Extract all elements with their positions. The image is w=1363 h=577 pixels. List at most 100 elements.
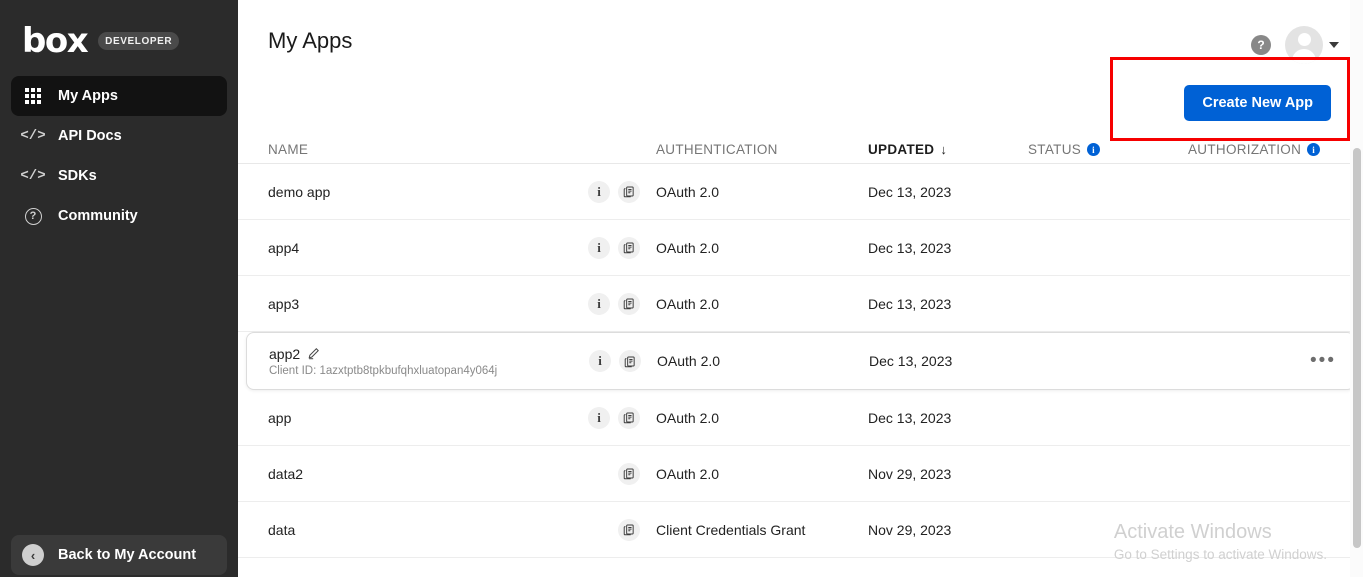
cell-name: data2 xyxy=(268,466,588,482)
app-name-line: app3 xyxy=(268,296,588,312)
sidebar-item-community[interactable]: ? Community xyxy=(11,196,227,236)
app-name-line: demo app xyxy=(268,184,588,200)
copy-icon[interactable] xyxy=(618,292,640,315)
grid-icon xyxy=(22,85,44,107)
cell-name: app3 xyxy=(268,296,588,312)
cell-row-icons xyxy=(588,518,656,541)
back-to-my-account-button[interactable]: ‹ Back to My Account xyxy=(11,535,227,575)
copy-icon[interactable] xyxy=(618,462,640,485)
cell-row-icons: i xyxy=(588,236,656,259)
sidebar-item-label: My Apps xyxy=(58,88,118,104)
table-row[interactable]: demo app i OAuth 2.0 Dec 13, 2023 xyxy=(238,164,1363,220)
sidebar-item-label: SDKs xyxy=(58,168,97,184)
table-body: demo app i OAuth 2.0 Dec 13, 2023 app4 i OAuth… xyxy=(238,164,1363,558)
developer-badge: DEVELOPER xyxy=(98,32,180,50)
cell-authentication: OAuth 2.0 xyxy=(656,295,720,312)
table-row[interactable]: app3 i OAuth 2.0 Dec 13, 2023 xyxy=(238,276,1363,332)
cell-row-icons: i xyxy=(588,406,656,429)
cell-name: app4 xyxy=(268,240,588,256)
sort-descending-icon: ↓ xyxy=(940,142,948,157)
icon-spacer xyxy=(588,519,610,541)
app-name-line: app xyxy=(268,410,588,426)
chevron-down-icon xyxy=(1329,42,1339,48)
header-authentication[interactable]: AUTHENTICATION xyxy=(656,142,868,157)
header-updated[interactable]: UPDATED ↓ xyxy=(868,142,1028,157)
app-name[interactable]: data2 xyxy=(268,466,303,482)
table-row[interactable]: app i OAuth 2.0 Dec 13, 2023 xyxy=(238,390,1363,446)
sidebar-item-label: API Docs xyxy=(58,128,122,144)
app-root: box DEVELOPER My Apps </> API Docs </> S… xyxy=(0,0,1363,577)
copy-icon[interactable] xyxy=(618,236,640,259)
app-name[interactable]: app2 xyxy=(269,346,300,362)
info-icon[interactable]: i xyxy=(589,350,611,372)
app-name-line: app2 xyxy=(269,346,589,362)
cell-authentication: OAuth 2.0 xyxy=(656,465,720,482)
sidebar: box DEVELOPER My Apps </> API Docs </> S… xyxy=(0,0,238,577)
copy-icon[interactable] xyxy=(618,518,640,541)
copy-icon[interactable] xyxy=(618,180,640,203)
cell-name: app xyxy=(268,410,588,426)
header-authorization-label: AUTHORIZATION xyxy=(1188,142,1302,157)
copy-icon[interactable] xyxy=(619,350,641,372)
cell-row-icons xyxy=(588,462,656,485)
table-row[interactable]: data2 OAuth 2.0 Nov 29, 2023 xyxy=(238,446,1363,502)
table-row-selected[interactable]: app2 Client ID: 1azxtptb8tpkbufqhxluatopa… xyxy=(246,332,1355,390)
brand: box DEVELOPER xyxy=(0,0,238,62)
app-name[interactable]: demo app xyxy=(268,184,330,200)
row-overflow-menu-icon[interactable]: ••• xyxy=(1310,351,1336,370)
apps-table: NAME AUTHENTICATION UPDATED ↓ STATUS i A… xyxy=(238,136,1363,558)
sidebar-item-api-docs[interactable]: </> API Docs xyxy=(11,116,227,156)
app-name[interactable]: app xyxy=(268,410,291,426)
header-name[interactable]: NAME xyxy=(268,142,588,157)
table-row[interactable]: app4 i OAuth 2.0 Dec 13, 2023 xyxy=(238,220,1363,276)
sidebar-item-sdks[interactable]: </> SDKs xyxy=(11,156,227,196)
table-header-row: NAME AUTHENTICATION UPDATED ↓ STATUS i A… xyxy=(238,136,1363,164)
cell-updated: Nov 29, 2023 xyxy=(868,465,952,482)
main-content: My Apps ? Create New App NAME AUTHENTICA… xyxy=(238,0,1363,577)
vertical-scrollbar[interactable] xyxy=(1350,0,1363,577)
cell-row-icons: i xyxy=(588,180,656,203)
copy-icon[interactable] xyxy=(618,406,640,429)
sidebar-item-my-apps[interactable]: My Apps xyxy=(11,76,227,116)
info-icon[interactable]: i xyxy=(588,292,610,315)
icon-spacer xyxy=(588,463,610,485)
account-menu[interactable] xyxy=(1285,26,1339,64)
code-icon: </> xyxy=(20,168,46,184)
app-name[interactable]: app4 xyxy=(268,240,299,256)
header-status-label: STATUS xyxy=(1028,142,1082,157)
cell-authentication: Client Credentials Grant xyxy=(656,521,806,538)
avatar xyxy=(1285,26,1323,64)
info-icon[interactable]: i xyxy=(588,236,610,259)
app-name-line: app4 xyxy=(268,240,588,256)
cell-updated: Dec 13, 2023 xyxy=(868,183,952,200)
info-icon[interactable]: i xyxy=(588,406,610,429)
pencil-icon[interactable] xyxy=(307,347,320,360)
code-icon: </> xyxy=(20,128,46,144)
cell-authentication: OAuth 2.0 xyxy=(656,409,720,426)
page-title: My Apps xyxy=(268,28,353,53)
topbar: My Apps ? xyxy=(238,0,1363,80)
cell-authentication: OAuth 2.0 xyxy=(657,353,721,369)
cell-name: data xyxy=(268,522,588,538)
table-row[interactable]: data Client Credentials Grant Nov 29, 2023 xyxy=(238,502,1363,558)
header-authorization[interactable]: AUTHORIZATION i xyxy=(1188,142,1363,157)
box-logo: box xyxy=(22,21,89,61)
cell-updated: Dec 13, 2023 xyxy=(869,353,953,369)
sidebar-nav: My Apps </> API Docs </> SDKs ? Communit… xyxy=(0,76,238,236)
app-name[interactable]: app3 xyxy=(268,296,299,312)
app-name[interactable]: data xyxy=(268,522,295,538)
create-new-app-button[interactable]: Create New App xyxy=(1184,85,1331,121)
sidebar-item-label: Community xyxy=(58,208,138,224)
scrollbar-thumb[interactable] xyxy=(1353,148,1361,548)
cell-authentication: OAuth 2.0 xyxy=(656,239,720,256)
cell-updated: Dec 13, 2023 xyxy=(868,409,952,426)
info-icon[interactable]: i xyxy=(1307,143,1321,156)
info-icon[interactable]: i xyxy=(588,180,610,203)
info-icon[interactable]: i xyxy=(1087,143,1101,156)
cell-name: app2 Client ID: 1azxtptb8tpkbufqhxluatopa… xyxy=(269,346,589,377)
cell-updated: Dec 13, 2023 xyxy=(868,239,952,256)
app-name-line: data xyxy=(268,522,588,538)
header-status[interactable]: STATUS i xyxy=(1028,142,1188,157)
back-arrow-icon: ‹ xyxy=(22,544,44,566)
help-icon[interactable]: ? xyxy=(1251,35,1271,55)
